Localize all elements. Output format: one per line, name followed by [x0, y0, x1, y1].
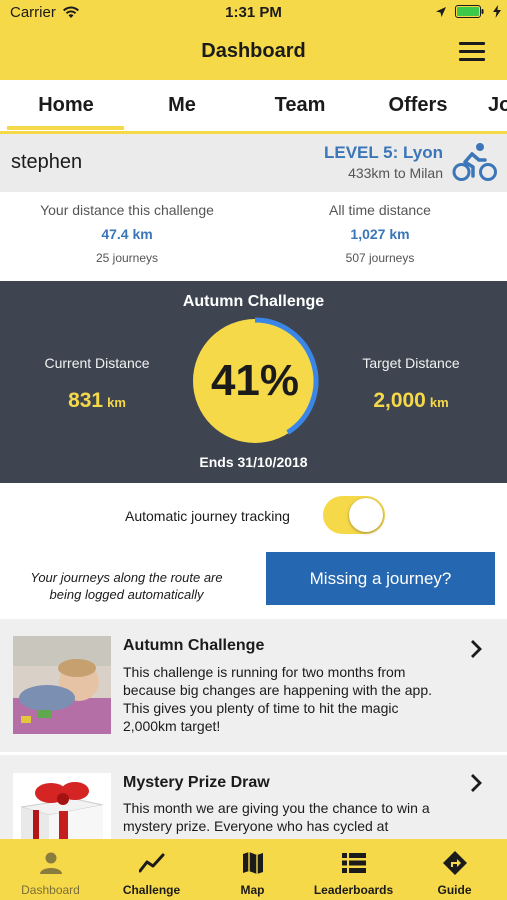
list-icon	[342, 853, 366, 873]
bottom-tab-label: Guide	[437, 883, 472, 897]
battery-icon	[455, 5, 484, 18]
level-title: LEVEL 5: Lyon	[323, 143, 443, 162]
bottom-tab-label: Dashboard	[21, 883, 80, 897]
tab-offers[interactable]: Offers	[360, 94, 476, 117]
current-distance-value: 831 km	[22, 389, 172, 413]
progress-percent: 41%	[210, 356, 300, 405]
card-body: This month we are giving you the chance …	[123, 800, 430, 834]
cyclist-icon	[452, 143, 497, 181]
bottom-tab-guide[interactable]: Guide	[404, 839, 505, 900]
bottom-tab-bar: Dashboard Challenge Map Leaderboards Gui…	[0, 839, 507, 900]
alltime-distance-label: All time distance	[329, 202, 431, 218]
auto-logging-note: Your journeys along the route are being …	[30, 570, 223, 602]
page-title: Dashboard	[201, 40, 306, 62]
charging-bolt-icon	[493, 5, 501, 18]
missing-journey-button[interactable]: Missing a journey?	[266, 552, 495, 605]
alltime-distance-value: 1,027 km	[350, 226, 410, 242]
challenge-distance-value: 47.4 km	[101, 226, 153, 242]
target-distance-value: 2,000 km	[336, 389, 486, 413]
news-card-mystery-prize[interactable]: Mystery Prize Draw This month we are giv…	[0, 755, 507, 839]
bottom-tab-label: Leaderboards	[313, 883, 394, 897]
tracking-section: Automatic journey tracking Your journeys…	[0, 483, 507, 618]
challenge-panel: Autumn Challenge Current Distance 831 km …	[0, 281, 507, 483]
active-tab-indicator	[7, 126, 124, 130]
current-distance-unit: km	[107, 395, 126, 410]
directions-icon	[443, 851, 467, 875]
username: stephen	[11, 151, 83, 173]
profile-row: stephen LEVEL 5: Lyon 433km to Milan	[0, 134, 507, 192]
news-card-autumn-challenge[interactable]: Autumn Challenge This challenge is runni…	[0, 619, 507, 752]
current-distance-label: Current Distance	[44, 355, 150, 371]
status-bar: Carrier 1:31 PM	[0, 0, 507, 26]
next-level-distance: 433km to Milan	[348, 165, 443, 181]
alltime-journey-count: 507 journeys	[345, 251, 415, 265]
alltime-distance-block: All time distance 1,027 km 507 journeys	[268, 202, 492, 265]
tab-me[interactable]: Me	[126, 94, 238, 117]
card-title: Autumn Challenge	[123, 637, 265, 654]
person-icon	[40, 852, 62, 874]
distance-summary: Your distance this challenge 47.4 km 25 …	[0, 192, 507, 280]
current-distance-number: 831	[68, 389, 104, 412]
line-chart-icon	[139, 853, 165, 873]
baby-photo	[13, 636, 111, 734]
status-icons	[435, 5, 501, 18]
chevron-right-icon	[471, 774, 482, 792]
location-arrow-icon	[436, 6, 446, 17]
target-distance-label: Target Distance	[362, 355, 460, 371]
challenge-end-date: Ends 31/10/2018	[199, 454, 308, 470]
tab-home[interactable]: Home	[10, 94, 122, 117]
auto-tracking-label: Automatic journey tracking	[125, 508, 290, 524]
target-distance-number: 2,000	[373, 389, 426, 412]
challenge-distance-label: Your distance this challenge	[40, 202, 214, 218]
toggle-knob	[349, 498, 383, 532]
auto-tracking-toggle[interactable]	[323, 496, 385, 534]
tab-team[interactable]: Team	[244, 94, 356, 117]
bottom-tab-leaderboards[interactable]: Leaderboards	[303, 839, 404, 900]
gift-box-image	[13, 773, 111, 839]
target-distance-unit: km	[429, 395, 449, 410]
tab-journeys[interactable]: Jo	[488, 94, 507, 117]
hamburger-menu-icon[interactable]	[459, 42, 485, 64]
card-body: This challenge is running for two months…	[123, 664, 433, 734]
bottom-tab-label: Map	[240, 883, 265, 897]
tab-bar: Home Me Team Offers Jo	[0, 80, 507, 134]
challenge-journey-count: 25 journeys	[95, 251, 159, 265]
clock: 1:31 PM	[225, 4, 282, 21]
map-icon	[243, 852, 263, 874]
level-info: LEVEL 5: Lyon 433km to Milan	[324, 143, 443, 181]
header-bar: Dashboard	[0, 26, 507, 80]
bottom-tab-label: Challenge	[122, 883, 181, 897]
card-title: Mystery Prize Draw	[123, 774, 270, 791]
bottom-tab-map[interactable]: Map	[202, 839, 303, 900]
bottom-tab-dashboard[interactable]: Dashboard	[0, 839, 101, 900]
chevron-right-icon	[471, 640, 482, 658]
challenge-distance-block: Your distance this challenge 47.4 km 25 …	[16, 202, 238, 265]
bottom-tab-challenge[interactable]: Challenge	[101, 839, 202, 900]
challenge-title: Autumn Challenge	[182, 293, 325, 310]
